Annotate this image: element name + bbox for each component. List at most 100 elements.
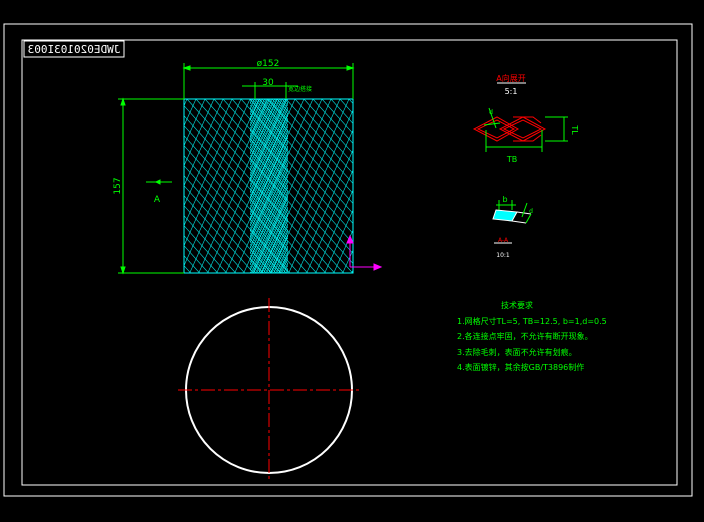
mesh-line [396,99,474,273]
cad-drawing: JWDE020103I003 ø152 30 宽边搭接 157 A A向展开 5… [0,23,704,497]
mesh-line [0,99,2,273]
mesh-line [14,99,92,273]
mesh-line [454,99,532,273]
mesh-line [64,99,142,273]
mesh-line [517,99,674,273]
mesh-line [0,99,92,273]
mesh-line [34,99,112,273]
mesh-line [29,99,107,273]
mesh-line [0,99,59,273]
mesh-line [0,99,110,273]
mesh-line [544,99,622,273]
mesh-line [460,99,538,273]
mesh-line [575,99,704,273]
mesh-line [436,99,514,273]
mesh-line [586,99,664,273]
mesh-line [620,99,704,273]
mesh-line [7,99,164,273]
mesh-line [385,99,542,273]
mesh-line [292,99,449,273]
mesh-line [0,99,106,273]
mesh-line [0,99,61,273]
mesh-line [426,99,504,273]
mesh-line [367,99,524,273]
mesh-line [94,99,172,273]
mesh-line [610,99,704,273]
mesh-line [156,99,234,273]
mesh-line [25,99,182,273]
mesh-line [351,269,353,273]
mesh-line [0,99,74,273]
mesh-line [673,99,704,273]
mesh-line [570,99,704,273]
mesh-line [0,99,126,273]
mesh-line [0,99,119,273]
mesh-line [585,99,704,273]
mesh-line [507,99,664,273]
mesh-line [479,99,557,273]
mesh-line [4,99,82,273]
mesh-line [523,99,601,273]
mesh-line [381,99,459,273]
mesh-line [655,99,704,273]
mesh-line [529,99,686,273]
mesh-line [465,99,622,273]
mesh-line [565,99,704,273]
mesh-line [520,99,677,273]
mesh-line [628,99,704,273]
detail-dimensions [483,107,568,152]
mesh-line [0,99,121,273]
mesh-line [580,99,704,273]
mesh-line [21,99,99,273]
detail-title: A向展开 [496,73,525,83]
section-marker [146,179,172,185]
mesh-line [324,99,402,273]
mesh-line [424,99,502,273]
mesh-line [466,99,623,273]
mesh-line [0,99,129,273]
mesh-line [0,99,67,273]
mesh-line [549,99,627,273]
mesh-line [0,99,35,273]
tech-note-1: 1.网格尺寸TL=5, TB=12.5, b=1,d=0.5 [457,316,607,326]
mesh-line [9,99,87,273]
mesh-line [11,99,89,273]
mesh-line [331,99,409,273]
mesh-line [615,99,704,273]
mesh-line [397,99,475,273]
mesh-line [0,99,76,273]
mesh-line [0,99,52,273]
mesh-line [489,99,567,273]
mesh-line [250,251,269,273]
mesh-line [0,99,114,273]
mesh-line [395,99,552,273]
mesh-line [304,99,382,273]
mesh-line [394,99,472,273]
mesh-line [7,99,164,273]
mesh-line [0,99,2,273]
mesh-line [577,99,704,273]
mesh-line [12,99,169,273]
mesh-line [250,193,288,237]
mesh-line [0,99,86,273]
mesh-line [151,99,229,273]
mesh-line [605,99,704,273]
mesh-line [420,99,577,273]
drawing-number: JWDE020103I003 [28,43,121,56]
mesh-line [646,99,704,273]
mesh-line [332,99,489,273]
mesh-strip [0,99,704,273]
mesh-line [317,99,474,273]
mesh-line [22,99,179,273]
mesh-line [480,99,637,273]
mesh-line [134,99,212,273]
mesh-line [37,99,115,273]
mesh-line [387,99,544,273]
mesh-line [415,99,572,273]
mesh-line [57,99,214,273]
mesh-line [0,99,96,273]
mesh-line [335,99,492,273]
mesh-line [26,99,104,273]
mesh-line [389,99,467,273]
mesh-line [587,99,704,273]
